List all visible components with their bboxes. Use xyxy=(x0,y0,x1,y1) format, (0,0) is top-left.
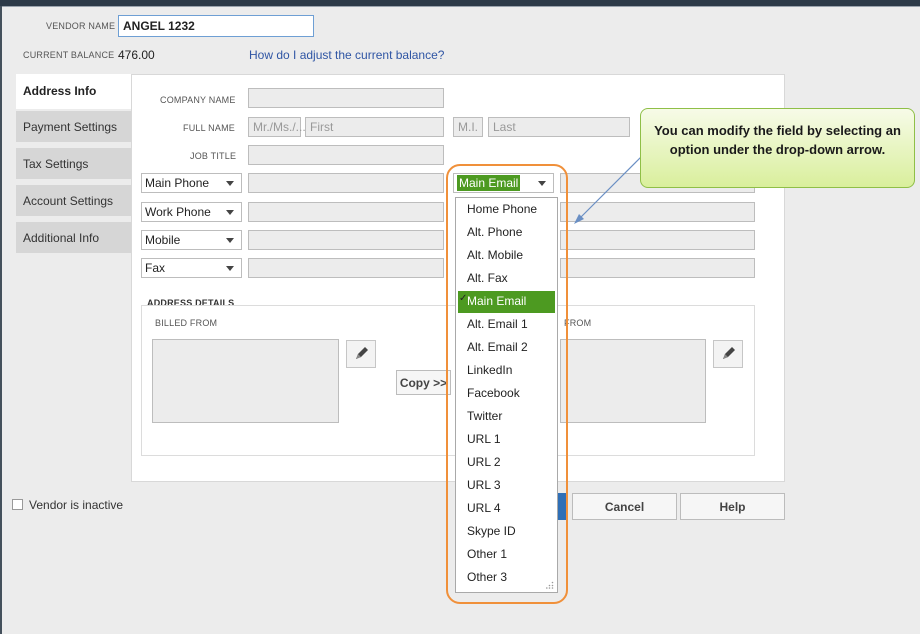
edit-shipped-address-button[interactable] xyxy=(713,340,743,368)
full-name-label: FULL NAME xyxy=(183,123,235,133)
select-value: Mobile xyxy=(145,233,181,247)
shipped-from-textarea[interactable] xyxy=(560,339,706,423)
tab-address-info[interactable]: Address Info xyxy=(16,74,131,109)
cancel-button[interactable]: Cancel xyxy=(572,493,677,520)
shipped-from-label: FROM xyxy=(564,318,592,328)
mobile-input[interactable] xyxy=(248,230,444,250)
other-contact-input[interactable] xyxy=(560,258,755,278)
current-balance-value: 476.00 xyxy=(118,48,155,62)
pencil-icon xyxy=(723,347,735,359)
vendor-name-input[interactable]: ANGEL 1232 xyxy=(118,15,314,37)
select-value: Fax xyxy=(145,261,166,275)
dropdown-highlight-outline xyxy=(446,164,568,604)
tab-payment-settings[interactable]: Payment Settings xyxy=(16,111,131,143)
main-phone-select[interactable]: Main Phone xyxy=(141,173,242,193)
job-title-input[interactable] xyxy=(248,145,444,165)
chevron-down-icon xyxy=(226,266,234,271)
salutation-input[interactable]: Mr./Ms./... xyxy=(248,117,306,137)
window-left-edge xyxy=(0,6,2,634)
tab-label: Tax Settings xyxy=(23,157,89,171)
fax-select[interactable]: Fax xyxy=(141,258,242,278)
tab-label: Additional Info xyxy=(23,231,100,245)
last-name-input[interactable]: Last xyxy=(488,117,630,137)
tab-tax-settings[interactable]: Tax Settings xyxy=(16,148,131,180)
pencil-icon xyxy=(356,347,368,359)
copy-address-button[interactable]: Copy >> xyxy=(396,370,451,395)
vendor-inactive-checkbox[interactable] xyxy=(12,499,23,510)
tab-account-settings[interactable]: Account Settings xyxy=(16,185,131,217)
mobile-select[interactable]: Mobile xyxy=(141,230,242,250)
select-value: Main Phone xyxy=(145,176,210,190)
chevron-down-icon xyxy=(226,238,234,243)
window-top-bar xyxy=(0,0,920,7)
work-phone-input[interactable] xyxy=(248,202,444,222)
company-name-input[interactable] xyxy=(248,88,444,108)
billed-from-textarea[interactable] xyxy=(152,339,339,423)
current-balance-label: CURRENT BALANCE xyxy=(23,50,115,60)
middle-initial-input[interactable]: M.I. xyxy=(453,117,483,137)
vendor-name-label: VENDOR NAME xyxy=(46,21,116,31)
vendor-inactive-label: Vendor is inactive xyxy=(29,498,124,512)
tooltip-callout: You can modify the field by selecting an… xyxy=(640,108,915,188)
alt-phone-input[interactable] xyxy=(560,230,755,250)
fax-input[interactable] xyxy=(248,258,444,278)
billed-from-label: BILLED FROM xyxy=(155,318,218,328)
job-title-label: JOB TITLE xyxy=(190,151,237,161)
edit-billed-address-button[interactable] xyxy=(346,340,376,368)
help-button[interactable]: Help xyxy=(680,493,785,520)
first-name-input[interactable]: First xyxy=(305,117,444,137)
adjust-balance-link[interactable]: How do I adjust the current balance? xyxy=(249,48,444,62)
select-value: Work Phone xyxy=(145,205,211,219)
chevron-down-icon xyxy=(226,210,234,215)
main-phone-input[interactable] xyxy=(248,173,444,193)
tab-label: Account Settings xyxy=(23,194,114,208)
company-name-label: COMPANY NAME xyxy=(160,95,236,105)
work-phone-select[interactable]: Work Phone xyxy=(141,202,242,222)
tab-label: Address Info xyxy=(23,84,97,98)
tab-label: Payment Settings xyxy=(23,120,118,134)
chevron-down-icon xyxy=(226,181,234,186)
tab-additional-info[interactable]: Additional Info xyxy=(16,222,131,254)
